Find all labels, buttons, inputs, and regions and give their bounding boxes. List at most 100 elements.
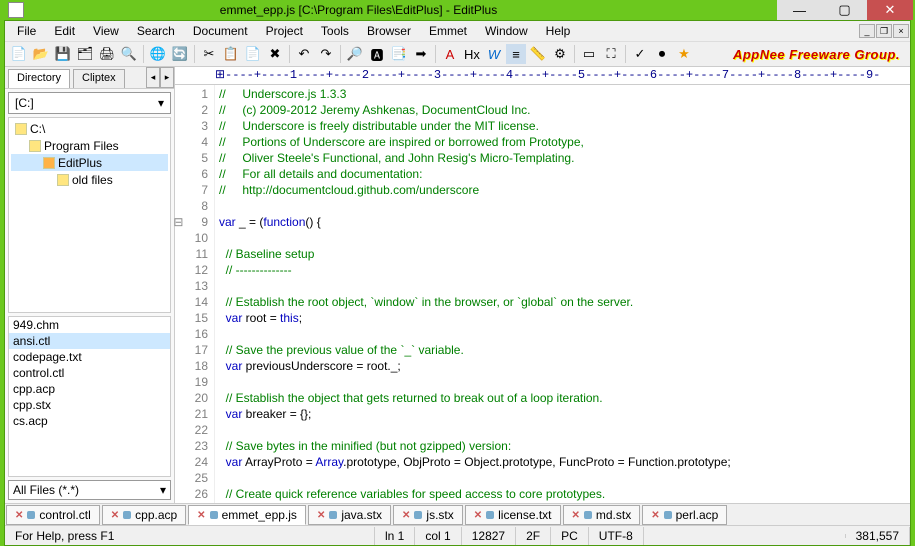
find-replace-icon[interactable]: 🅰 [367, 44, 387, 64]
menu-emmet[interactable]: Emmet [421, 22, 475, 40]
mdi-minimize-button[interactable]: _ [859, 24, 875, 38]
copy-icon[interactable]: 📋 [221, 44, 241, 64]
window-split-icon[interactable]: ▭ [579, 44, 599, 64]
doc-tab[interactable]: ✕java.stx [308, 505, 391, 525]
window-title: emmet_epp.js [C:\Program Files\EditPlus]… [30, 3, 777, 17]
file-item[interactable]: cpp.stx [9, 397, 170, 413]
menu-edit[interactable]: Edit [46, 22, 83, 40]
menu-bar: File Edit View Search Document Project T… [5, 21, 910, 41]
save-icon[interactable]: 💾 [53, 44, 73, 64]
doc-tab[interactable]: ✕cpp.acp [102, 505, 186, 525]
tab-scroll-right-icon[interactable]: ▸ [160, 67, 174, 88]
tab-close-icon[interactable]: ✕ [572, 510, 580, 521]
mdi-restore-button[interactable]: ❐ [876, 24, 892, 38]
file-item[interactable]: cpp.acp [9, 381, 170, 397]
doc-tab[interactable]: ✕license.txt [465, 505, 561, 525]
tab-close-icon[interactable]: ✕ [111, 510, 119, 521]
tab-close-icon[interactable]: ✕ [474, 510, 482, 521]
tab-close-icon[interactable]: ✕ [15, 510, 23, 521]
paste-icon[interactable]: 📄 [243, 44, 263, 64]
doc-tab[interactable]: ✕js.stx [393, 505, 463, 525]
redo-icon[interactable]: ↷ [316, 44, 336, 64]
menu-search[interactable]: Search [129, 22, 183, 40]
print-icon[interactable]: 🖨 [97, 44, 117, 64]
delete-icon[interactable]: ✖ [265, 44, 285, 64]
line-number-icon[interactable]: ≡ [506, 44, 526, 64]
new-file-icon[interactable]: 📄 [9, 44, 29, 64]
goto-icon[interactable]: ➡ [411, 44, 431, 64]
status-col: col 1 [415, 527, 461, 545]
record-icon[interactable]: ⏺ [652, 44, 672, 64]
brand-logo: AppNee Freeware Group. [733, 47, 906, 62]
highlight-icon[interactable]: Hx [462, 44, 482, 64]
document-tabs: ✕control.ctl✕cpp.acp✕emmet_epp.js✕java.s… [5, 503, 910, 525]
status-bar: For Help, press F1 ln 1 col 1 12827 2F P… [5, 525, 910, 545]
file-item[interactable]: cs.acp [9, 413, 170, 429]
favorite-icon[interactable]: ★ [674, 44, 694, 64]
font-icon[interactable]: A [440, 44, 460, 64]
line-gutter: 1234567891011121314151617181920212223242… [175, 85, 215, 503]
menu-tools[interactable]: Tools [313, 22, 357, 40]
cut-icon[interactable]: ✂ [199, 44, 219, 64]
code-area[interactable]: 1234567891011121314151617181920212223242… [175, 85, 910, 503]
mdi-close-button[interactable]: × [893, 24, 909, 38]
source-text[interactable]: // Underscore.js 1.3.3// (c) 2009-2012 J… [215, 85, 910, 503]
settings-icon[interactable]: ⚙ [550, 44, 570, 64]
folder-tree[interactable]: C:\Program FilesEditPlusold files [8, 117, 171, 313]
tab-close-icon[interactable]: ✕ [317, 510, 325, 521]
file-list[interactable]: 949.chmansi.ctlcodepage.txtcontrol.ctlcp… [8, 316, 171, 477]
doc-tab[interactable]: ✕control.ctl [6, 505, 100, 525]
status-line: ln 1 [375, 527, 415, 545]
tab-scroll-left-icon[interactable]: ◂ [146, 67, 160, 88]
doc-tab[interactable]: ✕perl.acp [642, 505, 727, 525]
status-mode: PC [551, 527, 589, 545]
title-bar: emmet_epp.js [C:\Program Files\EditPlus]… [0, 0, 915, 20]
browser-icon[interactable]: 🌐 [148, 44, 168, 64]
menu-browser[interactable]: Browser [359, 22, 419, 40]
menu-document[interactable]: Document [185, 22, 256, 40]
doc-tab[interactable]: ✕emmet_epp.js [188, 505, 306, 525]
open-file-icon[interactable]: 📂 [31, 44, 51, 64]
tab-close-icon[interactable]: ✕ [402, 510, 410, 521]
file-item[interactable]: control.ctl [9, 365, 170, 381]
tab-cliptext[interactable]: Cliptex [73, 69, 125, 88]
menu-project[interactable]: Project [258, 22, 311, 40]
ruler-icon[interactable]: 📏 [528, 44, 548, 64]
tree-item[interactable]: old files [11, 171, 168, 188]
status-hex: 2F [516, 527, 551, 545]
find-in-files-icon[interactable]: 📑 [389, 44, 409, 64]
undo-icon[interactable]: ↶ [294, 44, 314, 64]
save-all-icon[interactable]: 🗂 [75, 44, 95, 64]
tab-close-icon[interactable]: ✕ [651, 510, 659, 521]
fullscreen-icon[interactable]: ⛶ [601, 44, 621, 64]
minimize-button[interactable]: — [777, 0, 822, 20]
file-filter[interactable]: All Files (*.*)▾ [8, 480, 171, 500]
status-encoding: UTF-8 [589, 527, 644, 545]
drive-selector[interactable]: [C:] ▾ [8, 92, 171, 114]
tab-close-icon[interactable]: ✕ [197, 510, 205, 521]
doc-tab[interactable]: ✕md.stx [563, 505, 641, 525]
print-preview-icon[interactable]: 🔍 [119, 44, 139, 64]
menu-view[interactable]: View [85, 22, 127, 40]
tree-item[interactable]: EditPlus [11, 154, 168, 171]
file-item[interactable]: codepage.txt [9, 349, 170, 365]
menu-window[interactable]: Window [477, 22, 536, 40]
status-help: For Help, press F1 [5, 527, 375, 545]
menu-file[interactable]: File [9, 22, 44, 40]
ruler: ⊞----+----1----+----2----+----3----+----… [175, 67, 910, 85]
close-button[interactable]: ✕ [867, 0, 913, 20]
sidebar: Directory Cliptex ◂▸ [C:] ▾ C:\Program F… [5, 67, 175, 503]
tree-item[interactable]: Program Files [11, 137, 168, 154]
refresh-icon[interactable]: 🔄 [170, 44, 190, 64]
wordwrap-icon[interactable]: W [484, 44, 504, 64]
tree-item[interactable]: C:\ [11, 120, 168, 137]
app-icon [8, 2, 24, 18]
status-chars: 12827 [462, 527, 516, 545]
file-item[interactable]: ansi.ctl [9, 333, 170, 349]
file-item[interactable]: 949.chm [9, 317, 170, 333]
find-icon[interactable]: 🔎 [345, 44, 365, 64]
menu-help[interactable]: Help [538, 22, 579, 40]
maximize-button[interactable]: ▢ [822, 0, 867, 20]
tab-directory[interactable]: Directory [8, 69, 70, 88]
spell-icon[interactable]: ✓ [630, 44, 650, 64]
